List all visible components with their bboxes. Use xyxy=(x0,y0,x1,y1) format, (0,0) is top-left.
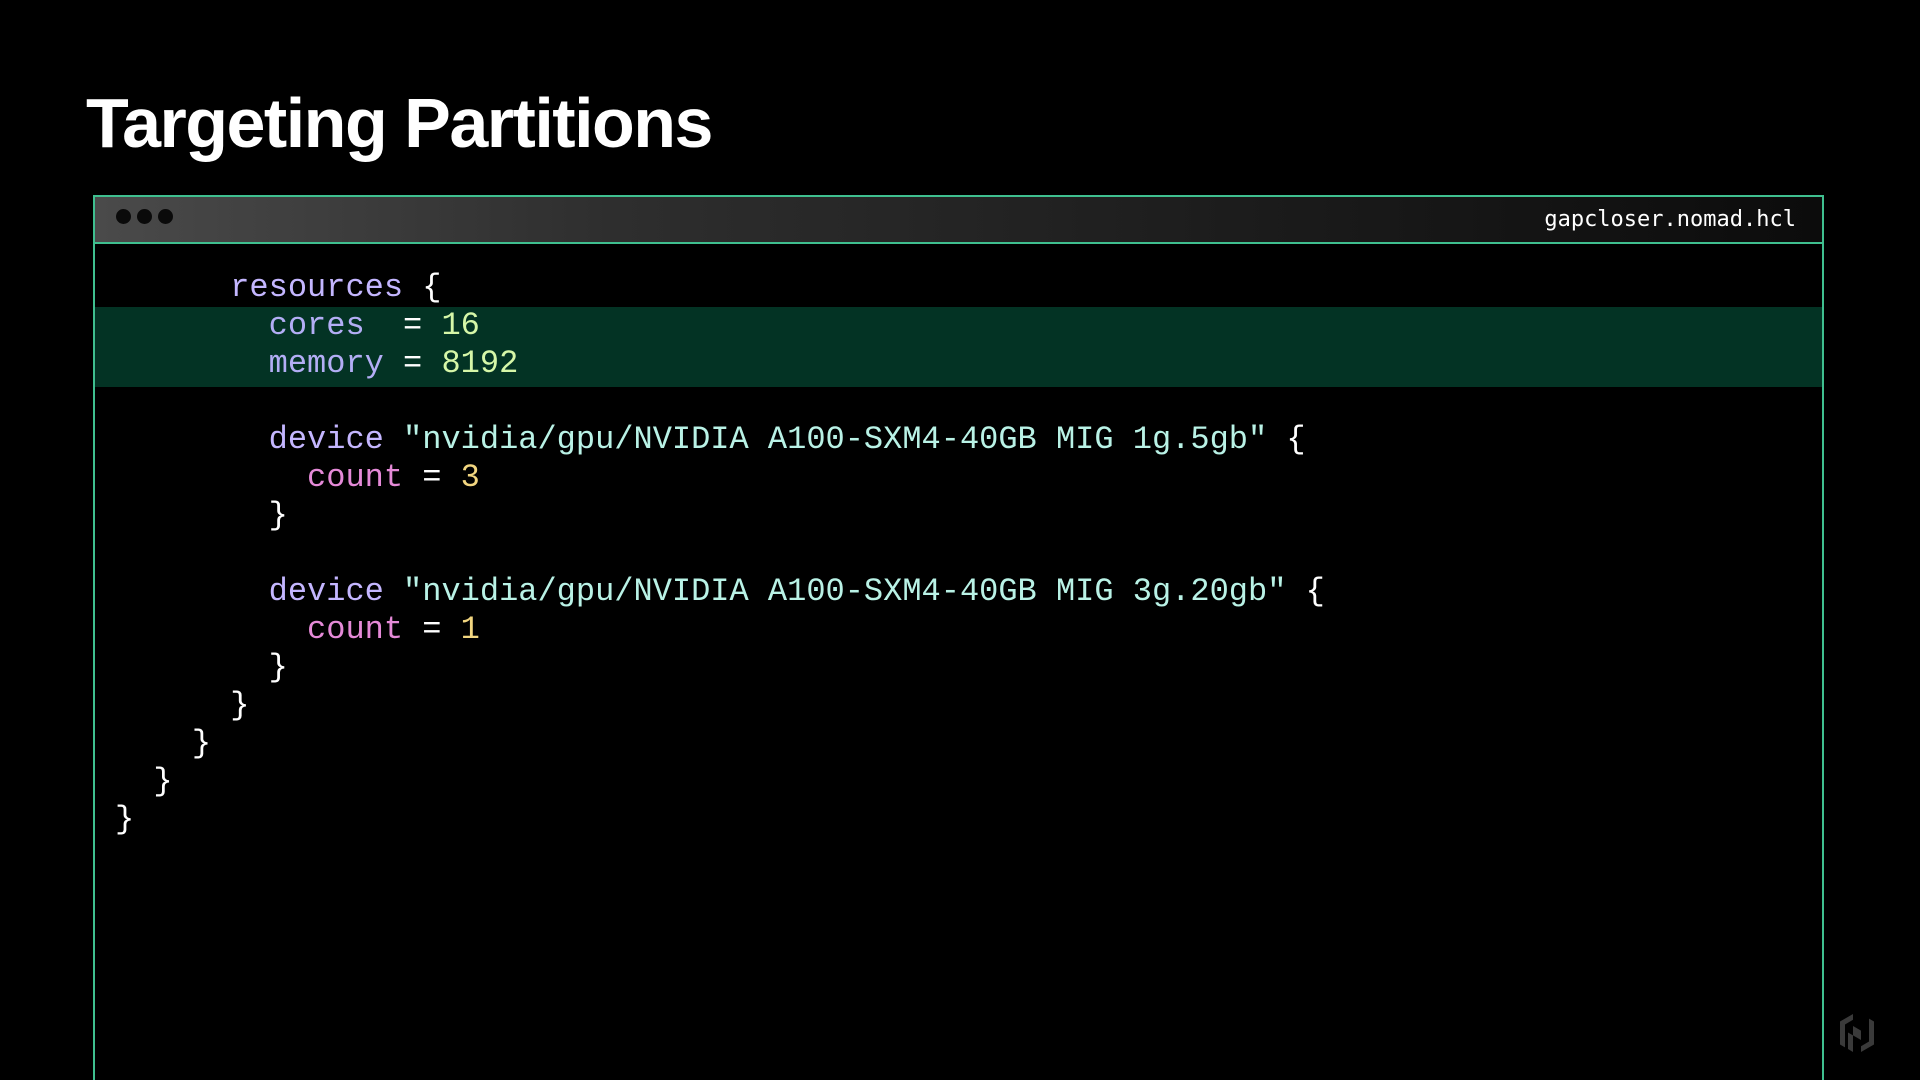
code-brace: { xyxy=(1267,421,1306,458)
code-line-10: count = 1 xyxy=(115,611,1325,649)
code-property: cores xyxy=(268,307,365,344)
code-brace: } xyxy=(191,725,212,762)
filename-label: gapcloser.nomad.hcl xyxy=(1544,207,1796,232)
code-operator: = xyxy=(383,345,442,382)
code-line-6: count = 3 xyxy=(115,459,1325,497)
code-string: "nvidia/gpu/NVIDIA A100-SXM4-40GB MIG 3g… xyxy=(383,573,1287,610)
code-string: "nvidia/gpu/NVIDIA A100-SXM4-40GB MIG 1g… xyxy=(383,421,1268,458)
code-property: memory xyxy=(268,345,384,382)
code-line-1: resources { xyxy=(115,269,1325,307)
code-number: 3 xyxy=(460,459,480,496)
hashicorp-logo-icon xyxy=(1840,1014,1874,1052)
code-brace: { xyxy=(403,269,442,306)
slide-title: Targeting Partitions xyxy=(86,84,713,162)
code-brace: } xyxy=(230,687,250,724)
code-number: 16 xyxy=(441,307,480,344)
code-number: 1 xyxy=(460,611,480,648)
code-keyword: device xyxy=(268,573,384,610)
code-line-11: } xyxy=(115,649,1325,687)
code-number: 8192 xyxy=(441,345,519,382)
code-line-2: cores = 16 xyxy=(115,307,1325,345)
code-brace: } xyxy=(268,649,288,686)
code-line-5: device "nvidia/gpu/NVIDIA A100-SXM4-40GB… xyxy=(115,421,1325,459)
code-brace: } xyxy=(153,763,173,800)
code-block: resources { cores = 16 memory = 8192 dev… xyxy=(115,269,1325,839)
code-line-4-blank xyxy=(115,383,1325,421)
code-line-14: } xyxy=(115,763,1325,801)
window-dot-1 xyxy=(116,209,131,224)
window-dot-2 xyxy=(137,209,152,224)
code-line-3: memory = 8192 xyxy=(115,345,1325,383)
code-line-7: } xyxy=(115,497,1325,535)
code-keyword: device xyxy=(268,421,384,458)
window-dot-3 xyxy=(158,209,173,224)
code-operator: = xyxy=(364,307,442,344)
code-window-title-bar: gapcloser.nomad.hcl xyxy=(95,197,1822,244)
three-dots-icon xyxy=(116,209,173,224)
code-brace: } xyxy=(115,801,135,838)
code-attribute: count xyxy=(307,459,404,496)
code-attribute: count xyxy=(307,611,404,648)
code-line-13: } xyxy=(115,725,1325,763)
code-brace: } xyxy=(268,497,288,534)
code-line-15: } xyxy=(115,801,1325,839)
code-line-8-blank xyxy=(115,535,1325,573)
code-operator: = xyxy=(403,459,461,496)
code-window: gapcloser.nomad.hcl resources { cores = … xyxy=(93,195,1824,1080)
code-brace: { xyxy=(1286,573,1325,610)
code-keyword: resources xyxy=(230,269,404,306)
code-operator: = xyxy=(403,611,461,648)
code-line-12: } xyxy=(115,687,1325,725)
code-line-9: device "nvidia/gpu/NVIDIA A100-SXM4-40GB… xyxy=(115,573,1325,611)
